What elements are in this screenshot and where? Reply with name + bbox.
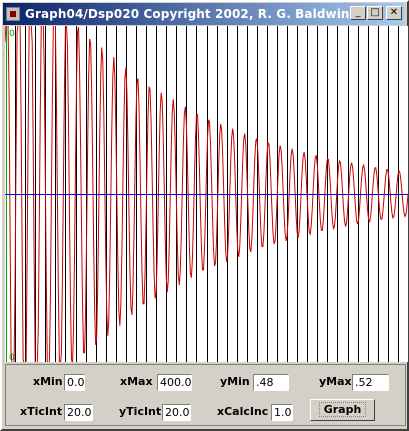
xmax-label: xMax <box>120 375 153 388</box>
control-panel: xMin 0.0 xMax 400.0 yMin .48 yMax .52 xT… <box>5 364 406 426</box>
ymin-label: yMin <box>220 375 250 388</box>
graph-button-label: Graph <box>318 402 367 417</box>
window-title: Graph04/Dsp020 Copyright 2002, R. G. Bal… <box>25 7 350 21</box>
yticint-field[interactable]: 20.0 <box>162 404 191 421</box>
xticint-label: xTicInt <box>20 405 63 418</box>
minimize-button[interactable]: _ <box>350 6 366 20</box>
title-bar[interactable]: Graph04/Dsp020 Copyright 2002, R. G. Bal… <box>3 3 404 25</box>
ymin-field[interactable]: .48 <box>253 374 289 391</box>
graph-button[interactable]: Graph <box>310 399 375 421</box>
xmin-label: xMin <box>33 375 63 388</box>
java-app-icon[interactable] <box>6 7 20 21</box>
xmax-field[interactable]: 400.0 <box>157 374 192 391</box>
graph-canvas: 00 <box>5 26 408 362</box>
app-window: Graph04/Dsp020 Copyright 2002, R. G. Bal… <box>0 0 409 431</box>
xmin-field[interactable]: 0.0 <box>64 374 85 391</box>
xcalcinc-label: xCalcInc <box>217 405 269 418</box>
ymax-label: yMax <box>319 375 352 388</box>
plot-svg: 00 <box>5 26 408 362</box>
ymax-field[interactable]: .52 <box>352 374 389 391</box>
yticint-label: yTicInt <box>119 405 162 418</box>
y-axis-top-mark: 0 <box>9 29 15 39</box>
xticint-field[interactable]: 20.0 <box>64 404 93 421</box>
maximize-button[interactable]: □ <box>367 6 383 20</box>
close-button[interactable]: ✕ <box>386 6 402 20</box>
xcalcinc-field[interactable]: 1.0 <box>271 404 293 421</box>
